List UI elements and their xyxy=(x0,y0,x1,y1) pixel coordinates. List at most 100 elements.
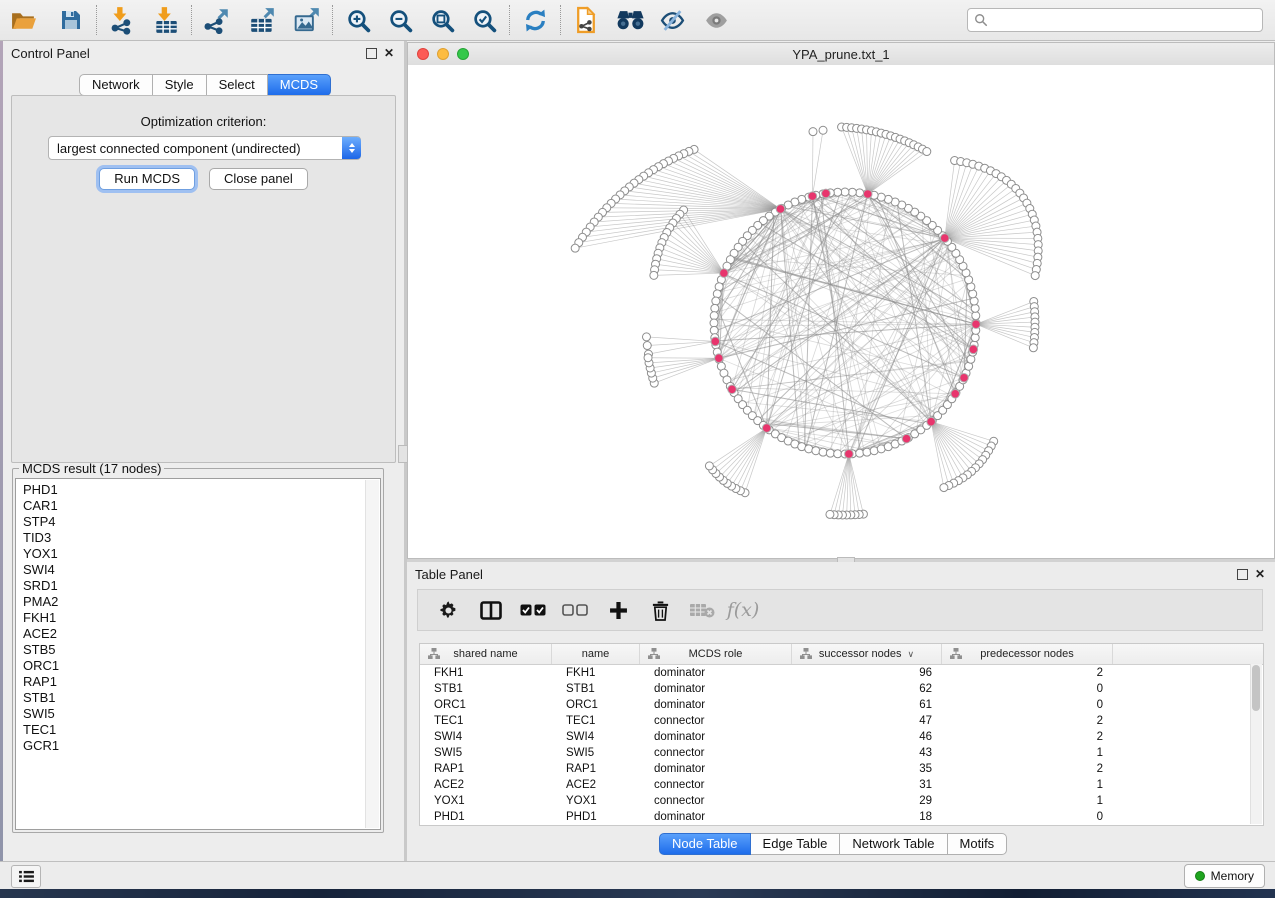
cell: RAP1 xyxy=(552,763,640,775)
search-box[interactable] xyxy=(967,8,1263,32)
mcds-result-item[interactable]: TEC1 xyxy=(23,722,380,738)
memory-button[interactable]: Memory xyxy=(1184,864,1265,888)
network-view[interactable] xyxy=(408,65,1274,558)
optimization-criterion-label: Optimization criterion: xyxy=(12,114,395,129)
mcds-result-item[interactable]: STB5 xyxy=(23,642,380,658)
criterion-dropdown[interactable]: largest connected component (undirected) xyxy=(48,136,361,160)
tab-motifs[interactable]: Motifs xyxy=(948,833,1008,855)
cell: dominator xyxy=(640,763,792,775)
cell: STB1 xyxy=(420,683,552,695)
table-row[interactable]: FKH1FKH1dominator962 xyxy=(420,665,1263,681)
mcds-result-item[interactable]: PHD1 xyxy=(23,482,380,498)
tab-mcds[interactable]: MCDS xyxy=(268,74,331,96)
mcds-result-item[interactable]: PMA2 xyxy=(23,594,380,610)
control-panel-header: Control Panel ✕ xyxy=(3,41,404,65)
table-scrollbar[interactable] xyxy=(1250,664,1262,824)
table-row[interactable]: SWI4SWI4dominator462 xyxy=(420,729,1263,745)
column-header-name[interactable]: name xyxy=(552,644,640,664)
column-header-predecessor-nodes[interactable]: predecessor nodes xyxy=(942,644,1113,664)
select-all-icon[interactable] xyxy=(515,592,551,628)
control-panel: Control Panel ✕ NetworkStyleSelectMCDS O… xyxy=(3,41,404,861)
close-panel-button[interactable]: Close panel xyxy=(209,168,308,190)
table-row[interactable]: STB1STB1dominator620 xyxy=(420,681,1263,697)
first-neighbors-icon[interactable] xyxy=(612,3,648,37)
mcds-result-item[interactable]: STP4 xyxy=(23,514,380,530)
list-scrollbar[interactable] xyxy=(365,480,379,828)
import-table-icon[interactable] xyxy=(148,3,184,37)
table-row[interactable]: SWI5SWI5connector431 xyxy=(420,745,1263,761)
export-image-icon[interactable] xyxy=(289,3,325,37)
refresh-view-icon[interactable] xyxy=(517,3,553,37)
zoom-out-icon[interactable] xyxy=(382,3,418,37)
scrollbar-thumb[interactable] xyxy=(1252,665,1260,711)
mcds-result-item[interactable]: ACE2 xyxy=(23,626,380,642)
toolbar-separator xyxy=(332,5,333,35)
mcds-result-item[interactable]: SWI5 xyxy=(23,706,380,722)
close-panel-icon[interactable]: ✕ xyxy=(384,48,394,58)
mcds-result-item[interactable]: FKH1 xyxy=(23,610,380,626)
column-header-shared-name[interactable]: shared name xyxy=(420,644,552,664)
table-row[interactable]: ORC1ORC1dominator610 xyxy=(420,697,1263,713)
network-titlebar[interactable]: YPA_prune.txt_1 xyxy=(408,43,1274,66)
deselect-all-icon[interactable] xyxy=(557,592,593,628)
tab-node-table[interactable]: Node Table xyxy=(659,833,751,855)
float-panel-icon[interactable] xyxy=(366,48,377,59)
table-options-icon[interactable] xyxy=(430,592,466,628)
table-row[interactable]: ACE2ACE2connector311 xyxy=(420,777,1263,793)
desktop-wallpaper xyxy=(0,889,1275,898)
cell: FKH1 xyxy=(552,667,640,679)
run-mcds-button[interactable]: Run MCDS xyxy=(99,168,195,190)
mcds-result-item[interactable]: SWI4 xyxy=(23,562,380,578)
tab-edge-table[interactable]: Edge Table xyxy=(751,833,841,855)
cell: PHD1 xyxy=(420,811,552,823)
tab-network[interactable]: Network xyxy=(79,74,153,96)
table-panel-title: Table Panel xyxy=(407,567,483,582)
close-panel-icon[interactable]: ✕ xyxy=(1255,569,1265,579)
cell: 2 xyxy=(942,731,1113,743)
mcds-result-item[interactable]: SRD1 xyxy=(23,578,380,594)
export-table-icon[interactable] xyxy=(244,3,280,37)
zoom-selected-icon[interactable] xyxy=(466,3,502,37)
cell: 0 xyxy=(942,811,1113,823)
open-session-icon[interactable] xyxy=(5,3,41,37)
table-row[interactable]: TEC1TEC1connector472 xyxy=(420,713,1263,729)
float-panel-icon[interactable] xyxy=(1237,569,1248,580)
export-network-icon[interactable] xyxy=(199,3,235,37)
task-history-button[interactable] xyxy=(11,865,41,888)
mcds-result-list[interactable]: PHD1CAR1STP4TID3YOX1SWI4SRD1PMA2FKH1ACE2… xyxy=(15,478,381,830)
hide-selected-icon[interactable] xyxy=(654,3,690,37)
column-header-successor-nodes[interactable]: successor nodes∨ xyxy=(792,644,942,664)
mcds-result-item[interactable]: GCR1 xyxy=(23,738,380,754)
tab-style[interactable]: Style xyxy=(153,74,207,96)
table-row[interactable]: PHD1PHD1dominator180 xyxy=(420,809,1263,825)
toolbar-separator xyxy=(560,5,561,35)
node-table[interactable]: shared namenameMCDS rolesuccessor nodes∨… xyxy=(419,643,1264,826)
toolbar-separator xyxy=(509,5,510,35)
search-input[interactable] xyxy=(988,10,1262,30)
delete-column-icon[interactable] xyxy=(642,592,678,628)
table-header-row: shared namenameMCDS rolesuccessor nodes∨… xyxy=(420,644,1263,665)
zoom-fit-icon[interactable] xyxy=(424,3,460,37)
cell: YOX1 xyxy=(552,795,640,807)
show-columns-icon[interactable] xyxy=(473,592,509,628)
publish-document-icon[interactable] xyxy=(568,3,604,37)
mcds-result-item[interactable]: YOX1 xyxy=(23,546,380,562)
mcds-result-item[interactable]: CAR1 xyxy=(23,498,380,514)
show-all-icon[interactable] xyxy=(698,3,734,37)
mcds-result-item[interactable]: TID3 xyxy=(23,530,380,546)
table-row[interactable]: YOX1YOX1connector291 xyxy=(420,793,1263,809)
add-column-icon[interactable] xyxy=(600,592,636,628)
mcds-result-item[interactable]: STB1 xyxy=(23,690,380,706)
cell: 29 xyxy=(792,795,942,807)
column-header-mcds-role[interactable]: MCDS role xyxy=(640,644,792,664)
tab-select[interactable]: Select xyxy=(207,74,268,96)
tab-network-table[interactable]: Network Table xyxy=(840,833,947,855)
import-network-icon[interactable] xyxy=(104,3,140,37)
mcds-result-item[interactable]: RAP1 xyxy=(23,674,380,690)
zoom-in-icon[interactable] xyxy=(340,3,376,37)
table-row[interactable]: RAP1RAP1dominator352 xyxy=(420,761,1263,777)
mcds-result-item[interactable]: ORC1 xyxy=(23,658,380,674)
cell: ACE2 xyxy=(552,779,640,791)
save-session-icon[interactable] xyxy=(53,3,89,37)
cell: STB1 xyxy=(552,683,640,695)
